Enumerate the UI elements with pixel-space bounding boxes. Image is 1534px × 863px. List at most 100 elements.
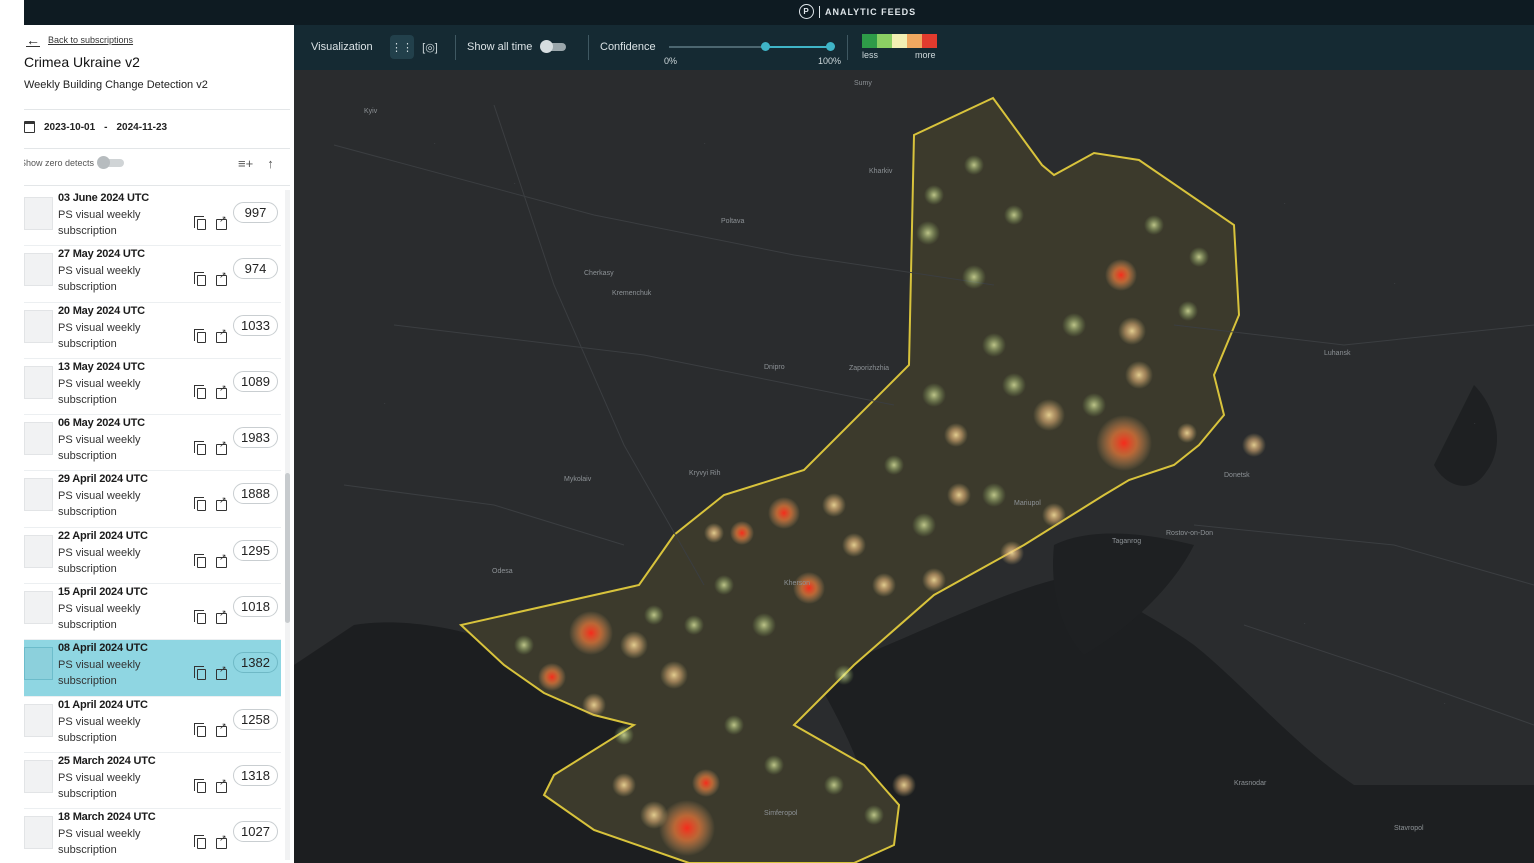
copy-icon[interactable] <box>194 610 206 625</box>
zero-detects-toggle[interactable] <box>97 156 125 169</box>
map-label: Krasnodar <box>1234 780 1267 787</box>
detection-count: 1888 <box>233 483 278 505</box>
thumbnail[interactable] <box>24 647 53 681</box>
scrollbar-thumb[interactable] <box>285 473 290 623</box>
list-tools: ≡+ ↑ <box>238 156 274 171</box>
open-external-icon[interactable] <box>216 777 227 793</box>
brand-divider <box>819 5 820 18</box>
toolbar-divider <box>588 35 589 60</box>
list-item[interactable]: 29 April 2024 UTC PS visual weekly subscri… <box>24 471 281 528</box>
confidence-label: Confidence <box>600 41 656 53</box>
copy-icon[interactable] <box>194 384 206 399</box>
thumbnail[interactable] <box>24 309 53 343</box>
confidence-min-handle[interactable] <box>761 42 770 51</box>
item-date: 20 May 2024 UTC <box>58 304 145 317</box>
copy-icon[interactable] <box>194 722 206 737</box>
item-date: 08 April 2024 UTC <box>58 642 148 655</box>
open-external-icon[interactable] <box>216 552 227 568</box>
open-external-icon[interactable] <box>216 608 227 625</box>
detection-count: 1983 <box>233 427 278 449</box>
list-item[interactable]: 06 May 2024 UTC PS visual weekly subscript… <box>24 415 281 472</box>
copy-icon[interactable] <box>194 441 206 456</box>
copy-icon[interactable] <box>194 553 206 568</box>
detection-count: 1027 <box>233 821 278 843</box>
copy-icon[interactable] <box>194 328 206 343</box>
map-label: Kremenchuk <box>612 290 652 297</box>
focus-frame-icon[interactable]: [◎] <box>418 35 442 59</box>
open-external-icon[interactable] <box>216 439 227 456</box>
item-date: 15 April 2024 UTC <box>58 586 148 599</box>
open-external-icon[interactable] <box>216 664 227 681</box>
list-item[interactable]: 03 June 2024 UTC PS visual weekly subscrip… <box>24 190 281 247</box>
date-start[interactable]: 2023-10-01 <box>44 122 95 133</box>
thumbnail[interactable] <box>24 197 53 230</box>
detection-count: 1018 <box>233 596 278 618</box>
list-item[interactable]: 22 April 2024 UTC PS visual weekly subscri… <box>24 528 281 585</box>
map-label: Poltava <box>721 218 744 225</box>
list-item[interactable]: 20 May 2024 UTC PS visual weekly subscript… <box>24 303 281 359</box>
show-all-time-toggle[interactable] <box>540 40 566 53</box>
copy-icon[interactable] <box>194 272 206 287</box>
map-canvas[interactable]: Kyiv Kharkiv Dnipro Kremenchuk Mykolaiv … <box>294 25 1534 863</box>
list-item[interactable]: 25 March 2024 UTC PS visual weekly subscri… <box>24 753 281 810</box>
brand[interactable]: P ANALYTIC FEEDS <box>799 4 916 19</box>
legend-more-label: more <box>915 50 936 60</box>
map-label: Sumy <box>854 80 872 87</box>
thumbnail[interactable] <box>24 759 53 793</box>
thumbnail[interactable] <box>24 703 53 737</box>
map-view[interactable]: Kyiv Kharkiv Dnipro Kremenchuk Mykolaiv … <box>294 25 1534 863</box>
copy-icon[interactable] <box>194 835 206 850</box>
list-item[interactable]: 01 April 2024 UTC PS visual weekly subscri… <box>24 697 281 753</box>
open-external-icon[interactable] <box>216 833 227 850</box>
item-date: 27 May 2024 UTC <box>58 248 145 261</box>
map-label: Mykolaiv <box>564 476 592 483</box>
confidence-max-handle[interactable] <box>826 42 835 51</box>
item-source-2: subscription <box>58 450 117 463</box>
list-item[interactable]: 08 April 2024 UTC PS visual weekly subscri… <box>24 640 281 697</box>
list-item[interactable]: 15 April 2024 UTC PS visual weekly subscri… <box>24 584 281 641</box>
open-external-icon[interactable] <box>216 270 227 287</box>
map-label: Simferopol <box>764 810 798 817</box>
open-external-icon[interactable] <box>216 721 227 737</box>
item-date: 29 April 2024 UTC <box>58 473 148 486</box>
date-range[interactable]: 2023-10-01 - 2024-11-23 <box>24 121 167 133</box>
playlist-add-icon[interactable]: ≡+ <box>238 156 253 171</box>
date-end[interactable]: 2024-11-23 <box>117 122 168 133</box>
item-source-2: subscription <box>58 225 117 237</box>
thumbnail[interactable] <box>24 534 53 568</box>
list-item[interactable]: 13 May 2024 UTC PS visual weekly subscript… <box>24 359 281 416</box>
open-external-icon[interactable] <box>216 327 227 343</box>
sort-up-icon[interactable]: ↑ <box>267 156 274 171</box>
calendar-icon[interactable] <box>24 121 35 133</box>
heatmap-dots-icon[interactable]: ⋮⋮ <box>390 35 414 59</box>
item-date: 01 April 2024 UTC <box>58 698 148 711</box>
open-external-icon[interactable] <box>216 495 227 512</box>
map-label: Kharkiv <box>869 168 893 175</box>
list-item[interactable]: 27 May 2024 UTC PS visual weekly subscript… <box>24 246 281 303</box>
map-label: Cherkasy <box>584 270 614 277</box>
map-label: Kryvyi Rih <box>689 470 721 477</box>
legend-swatch <box>922 34 937 48</box>
copy-icon[interactable] <box>194 497 206 512</box>
thumbnail[interactable] <box>24 422 53 456</box>
thumbnail[interactable] <box>24 365 53 399</box>
list-item[interactable]: 18 March 2024 UTC PS visual weekly subscri… <box>24 809 281 863</box>
copy-icon[interactable] <box>194 666 206 681</box>
thumbnail[interactable] <box>24 816 53 850</box>
thumbnail[interactable] <box>24 591 53 625</box>
thumbnail[interactable] <box>24 253 53 287</box>
map-label: Taganrog <box>1112 538 1141 545</box>
item-source: PS visual weekly <box>58 377 141 390</box>
confidence-max-label: 100% <box>818 56 842 66</box>
thumbnail[interactable] <box>24 478 53 512</box>
legend-swatch <box>907 34 922 48</box>
map-label: Luhansk <box>1324 350 1351 357</box>
back-link[interactable]: ← Back to subscriptions <box>26 32 133 48</box>
toolbar-divider <box>847 35 848 60</box>
open-external-icon[interactable] <box>216 383 227 399</box>
copy-icon[interactable] <box>194 778 206 793</box>
item-date: 22 April 2024 UTC <box>58 529 148 542</box>
copy-icon[interactable] <box>194 216 206 230</box>
open-external-icon[interactable] <box>216 214 227 230</box>
arrow-left-icon: ← <box>26 32 40 48</box>
